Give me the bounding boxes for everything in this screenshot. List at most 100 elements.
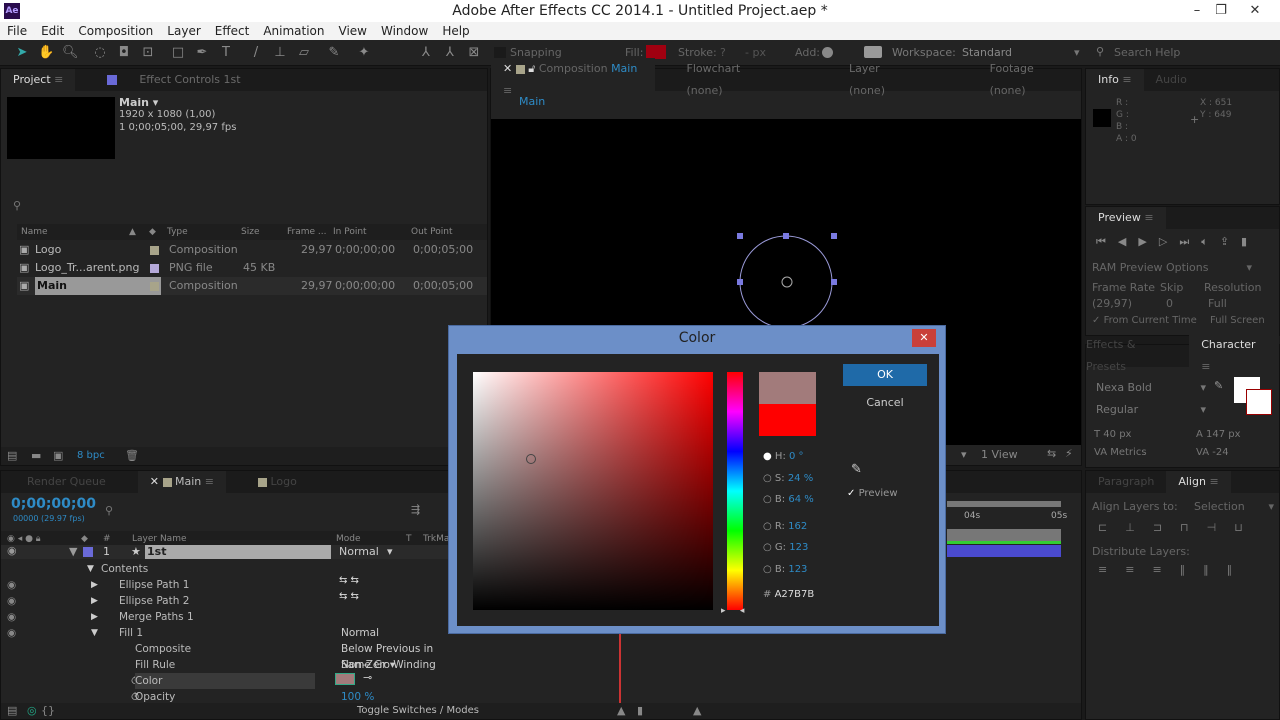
motion-blur-icon[interactable]: ◎ bbox=[27, 704, 37, 717]
distribute-hcenter-icon[interactable]: ‖ bbox=[1203, 563, 1227, 576]
project-search-icon[interactable]: ⚲ bbox=[13, 199, 21, 212]
tab-effects-presets[interactable]: Effects & Presets bbox=[1086, 334, 1189, 378]
interpret-footage-icon[interactable]: ▤ bbox=[7, 449, 17, 462]
distribute-vcenter-icon[interactable]: ≡ bbox=[1125, 563, 1152, 576]
full-screen-checkbox[interactable]: Full Screen bbox=[1210, 315, 1265, 326]
close-tab-icon[interactable]: ✕ bbox=[503, 62, 512, 75]
tab-footage[interactable]: Footage (none) bbox=[978, 58, 1081, 102]
view-layout-dropdown-icon[interactable]: ▾ bbox=[961, 448, 967, 461]
selected-item-name[interactable]: Main ▾ bbox=[119, 96, 158, 109]
local-axis-icon[interactable]: ⅄ bbox=[418, 45, 434, 61]
color-picker-cursor[interactable] bbox=[526, 454, 536, 464]
zoom-out-icon[interactable]: ▲ bbox=[617, 704, 625, 717]
distribute-bottom-icon[interactable]: ≡ bbox=[1152, 563, 1179, 576]
menu-effect[interactable]: Effect bbox=[208, 22, 257, 40]
original-color-preview[interactable] bbox=[759, 404, 816, 436]
r-field[interactable]: 162 bbox=[788, 521, 807, 532]
view-axis-icon[interactable]: ⊠ bbox=[466, 45, 482, 61]
frame-rate-select[interactable]: (29,97) bbox=[1092, 297, 1132, 310]
item-label-color[interactable] bbox=[150, 264, 159, 273]
tab-composition-main[interactable]: ✕ 🔓︎ Composition Main ≡ bbox=[491, 58, 655, 102]
col-name[interactable]: Name bbox=[21, 224, 48, 240]
type-tool-icon[interactable]: T bbox=[218, 45, 234, 61]
tab-flowchart[interactable]: Flowchart (none) bbox=[675, 58, 787, 102]
toggle-pixel-aspect-icon[interactable]: ⇆ bbox=[1047, 447, 1056, 460]
camera-tool-icon[interactable]: ◘ bbox=[116, 45, 132, 61]
property-row[interactable]: ⏱︎Color bbox=[1, 673, 451, 689]
align-to-select[interactable]: Selection ▾ bbox=[1194, 500, 1274, 513]
property-row[interactable]: ◉ ▶ Ellipse Path 1 bbox=[1, 577, 451, 593]
hue-slider[interactable] bbox=[727, 372, 743, 610]
visibility-eye-icon[interactable]: ◉ bbox=[7, 593, 16, 609]
comp-mini-flowchart-icon[interactable]: ▤ bbox=[7, 704, 17, 717]
tab-timeline-main[interactable]: ✕ Main ≡ bbox=[137, 471, 226, 493]
tab-align[interactable]: Align ≡ bbox=[1166, 471, 1231, 493]
link-icon[interactable]: ⊸ bbox=[363, 671, 372, 684]
project-item[interactable]: ▣ Logo Composition 29,97 0;00;00;00 0;00;05;0… bbox=[17, 241, 487, 259]
layer-duration-bar[interactable] bbox=[947, 545, 1061, 557]
project-item[interactable]: ▣ Logo_Tr...arent.png PNG file 45 KB bbox=[17, 259, 487, 277]
saturation-brightness-field[interactable] bbox=[473, 372, 713, 610]
font-size-field[interactable]: T 40 px bbox=[1094, 429, 1131, 440]
align-right-icon[interactable]: ⊐ bbox=[1153, 521, 1180, 534]
ram-preview-icon[interactable]: ▮ bbox=[1241, 235, 1259, 248]
preview-checkbox[interactable]: ✓ Preview bbox=[847, 488, 898, 499]
work-area-bar[interactable] bbox=[947, 501, 1061, 507]
tab-render-queue[interactable]: Render Queue bbox=[1, 471, 118, 493]
label-col-icon[interactable]: ◆ bbox=[149, 224, 156, 240]
fast-preview-icon[interactable]: ⚡ bbox=[1065, 447, 1073, 460]
align-bottom-icon[interactable]: ⊔ bbox=[1234, 521, 1261, 534]
tab-paragraph[interactable]: Paragraph bbox=[1086, 471, 1166, 493]
prev-frame-icon[interactable]: ◀ bbox=[1118, 235, 1138, 248]
tab-effect-controls[interactable]: Effect Controls 1st bbox=[95, 69, 252, 91]
new-folder-icon[interactable]: ▬ bbox=[31, 449, 41, 462]
path-direction-icons[interactable]: ⇆ ⇆ bbox=[339, 575, 359, 586]
property-row[interactable]: ◉ ▼ Fill 1 Normal bbox=[1, 625, 451, 641]
hex-field[interactable]: A27B7B bbox=[775, 589, 815, 600]
fill-color-swatch[interactable] bbox=[646, 45, 666, 59]
add-button[interactable] bbox=[822, 47, 833, 58]
menu-composition[interactable]: Composition bbox=[71, 22, 160, 40]
font-family-select[interactable]: Nexa Bold ▾ bbox=[1096, 381, 1206, 394]
trash-icon[interactable]: 🗑︎ bbox=[125, 449, 139, 462]
property-row[interactable]: ▼ Contents bbox=[1, 561, 451, 577]
expression-icon[interactable]: {} bbox=[41, 704, 55, 717]
visibility-eye-icon[interactable]: ◉ bbox=[7, 625, 16, 641]
ellipse-shape[interactable] bbox=[731, 229, 841, 339]
mode-dropdown-icon[interactable]: ▾ bbox=[387, 545, 393, 558]
next-frame-icon[interactable]: ▷ bbox=[1159, 235, 1179, 248]
property-row[interactable]: Composite Below Previous in Same Gr ▾ bbox=[1, 641, 451, 671]
menu-layer[interactable]: Layer bbox=[160, 22, 207, 40]
hue-slider-handle[interactable]: ▸ ◂ bbox=[721, 606, 744, 616]
resolution-select[interactable]: Full bbox=[1208, 297, 1227, 310]
item-label-color[interactable] bbox=[150, 246, 159, 255]
search-help-input[interactable]: Search Help bbox=[1114, 46, 1180, 59]
first-frame-icon[interactable]: ⏮ bbox=[1096, 235, 1118, 248]
menu-file[interactable]: File bbox=[0, 22, 34, 40]
tracking-field[interactable]: VA -24 bbox=[1196, 447, 1229, 458]
col-type[interactable]: Type bbox=[167, 224, 188, 240]
tab-info[interactable]: Info ≡ bbox=[1086, 69, 1144, 91]
menu-edit[interactable]: Edit bbox=[34, 22, 71, 40]
expand-arrow-icon[interactable]: ▼ bbox=[87, 561, 94, 577]
property-row[interactable]: ◉ ▶ Ellipse Path 2 bbox=[1, 593, 451, 609]
align-left-icon[interactable]: ⊏ bbox=[1098, 521, 1125, 534]
tab-audio[interactable]: Audio bbox=[1144, 69, 1199, 91]
from-current-time-checkbox[interactable]: ✓ From Current Time bbox=[1092, 315, 1197, 326]
lock-icon[interactable]: 🔓︎ bbox=[528, 62, 535, 75]
current-time-display[interactable]: 0;00;00;00 bbox=[11, 496, 96, 512]
tab-layer[interactable]: Layer (none) bbox=[837, 58, 928, 102]
ok-button[interactable]: OK bbox=[843, 364, 927, 386]
rectangle-tool-icon[interactable]: □ bbox=[170, 45, 186, 61]
col-frame-rate[interactable]: Frame ... bbox=[287, 224, 327, 240]
cancel-button[interactable]: Cancel bbox=[843, 392, 927, 414]
path-direction-icons[interactable]: ⇆ ⇆ bbox=[339, 591, 359, 602]
sort-icon[interactable]: ▲ bbox=[129, 224, 136, 240]
timeline-search-icon[interactable]: ⚲ bbox=[105, 504, 113, 517]
project-item[interactable]: ▣ Main Composition 29,97 0;00;00;00 0;00;05;0… bbox=[17, 277, 487, 295]
visibility-eye-icon[interactable]: ◉ bbox=[7, 544, 17, 557]
g-field[interactable]: 123 bbox=[789, 542, 808, 553]
distribute-right-icon[interactable]: ‖ bbox=[1227, 563, 1251, 576]
close-tab-icon[interactable]: ✕ bbox=[150, 475, 159, 488]
h-field[interactable]: 0 ° bbox=[789, 451, 804, 462]
